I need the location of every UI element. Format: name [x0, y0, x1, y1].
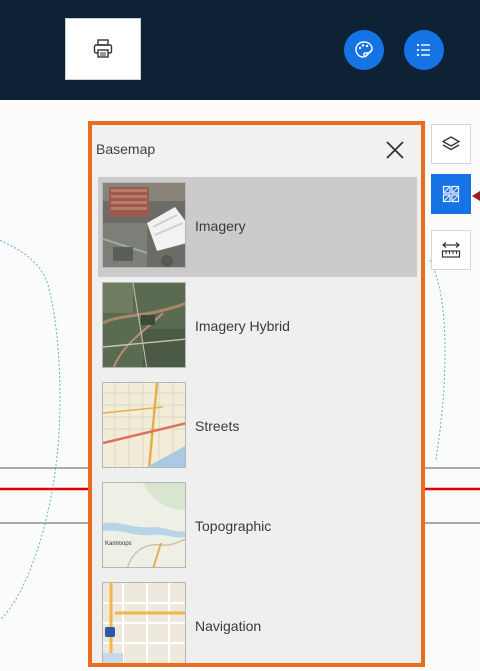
panel-header: Basemap	[92, 125, 421, 177]
thumbnail-city-label: Kamloops	[105, 541, 132, 547]
header-bar	[0, 0, 480, 100]
basemap-item-label: Topographic	[195, 518, 272, 534]
basemap-gallery-button[interactable]	[431, 174, 471, 214]
basemap-item-imagery-hybrid[interactable]: Imagery Hybrid	[98, 277, 417, 377]
measure-button[interactable]	[431, 230, 471, 270]
list-icon	[416, 43, 430, 57]
basemap-item-topographic[interactable]: Kamloops Topographic	[98, 477, 417, 577]
layers-icon	[441, 136, 461, 151]
measure-icon	[441, 242, 461, 258]
basemap-item-streets[interactable]: Streets	[98, 377, 417, 477]
basemap-thumbnail	[102, 282, 186, 368]
palette-icon	[355, 41, 373, 58]
close-icon	[386, 141, 404, 159]
layer-list-button[interactable]	[404, 30, 444, 70]
basemap-thumbnail	[102, 182, 186, 268]
printer-icon	[93, 39, 113, 58]
basemap-thumbnail	[102, 582, 186, 663]
basemap-thumbnail: Kamloops	[102, 482, 186, 568]
layers-button[interactable]	[431, 124, 471, 164]
basemap-item-label: Imagery	[195, 218, 246, 234]
panel-title: Basemap	[96, 141, 156, 157]
basemap-list: Imagery Imagery Hybrid Streets Kamloops …	[98, 177, 417, 663]
basemap-item-label: Imagery Hybrid	[195, 318, 290, 334]
basemap-item-label: Streets	[195, 418, 240, 434]
basemap-item-label: Navigation	[195, 618, 262, 634]
theme-button[interactable]	[344, 30, 384, 70]
basemap-item-imagery[interactable]: Imagery	[98, 177, 417, 277]
basemap-item-navigation[interactable]: Navigation	[98, 577, 417, 663]
close-button[interactable]	[383, 138, 407, 162]
basemap-gallery-icon	[442, 185, 460, 203]
print-button[interactable]	[65, 18, 141, 80]
basemap-panel: Basemap Imagery Imagery Hybrid Streets K…	[88, 121, 425, 667]
basemap-thumbnail	[102, 382, 186, 468]
